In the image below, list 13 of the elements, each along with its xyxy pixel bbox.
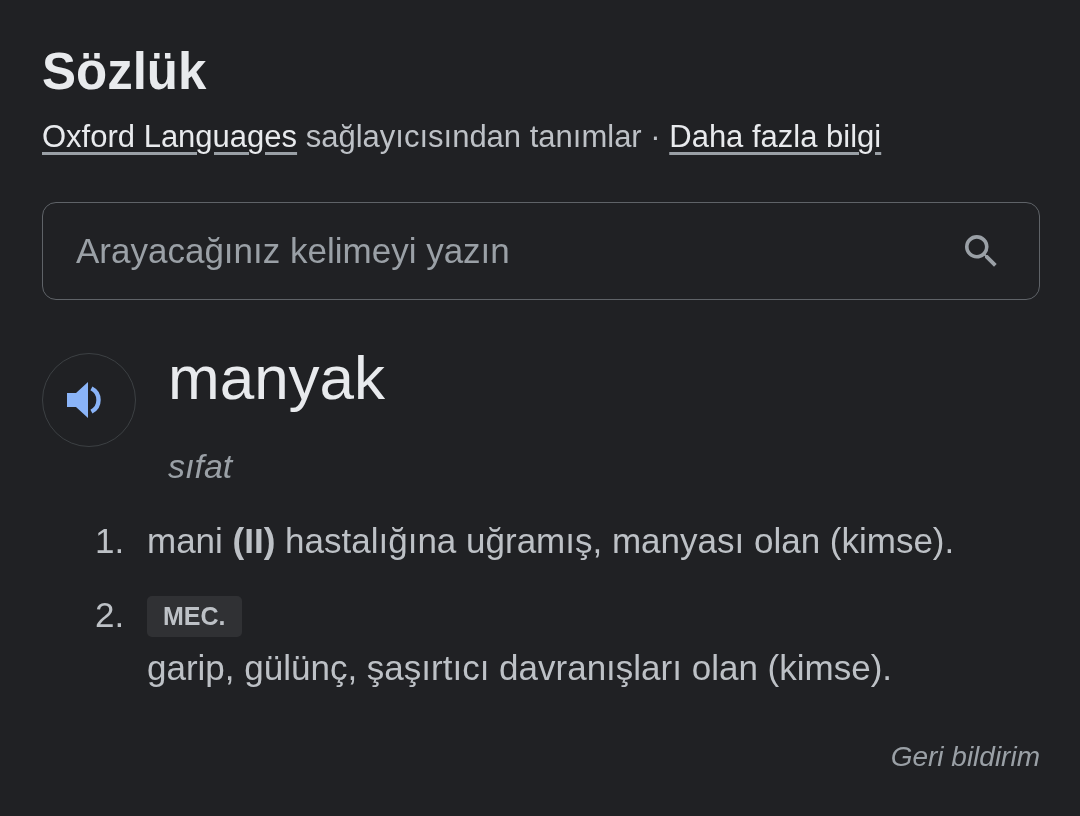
part-of-speech: sıfat: [168, 445, 235, 487]
usage-label-tag: MEC.: [147, 596, 242, 638]
attribution-text: Oxford Languages sağlayıcısından tanımlar · Daha fazla bilgi: [42, 118, 883, 157]
page-title: Sözlük: [42, 42, 208, 102]
definition-text: garip, gülünç, şaşırtıcı davranışları olan (kimse).: [147, 647, 892, 690]
sense-number: 1.: [95, 520, 126, 563]
sense-number: 2.: [95, 594, 126, 637]
provider-link[interactable]: Oxford Languages: [42, 119, 298, 155]
search-icon[interactable]: [965, 234, 998, 268]
more-info-link[interactable]: Daha fazla bilgi: [669, 119, 882, 155]
search-field[interactable]: Arayacağınız kelimeyi yazın: [42, 201, 1040, 300]
feedback-link[interactable]: Geri bildirim: [890, 739, 1040, 776]
definition-text: mani (II) hastalığına uğramış, manyası olan (kimse).: [147, 520, 955, 563]
